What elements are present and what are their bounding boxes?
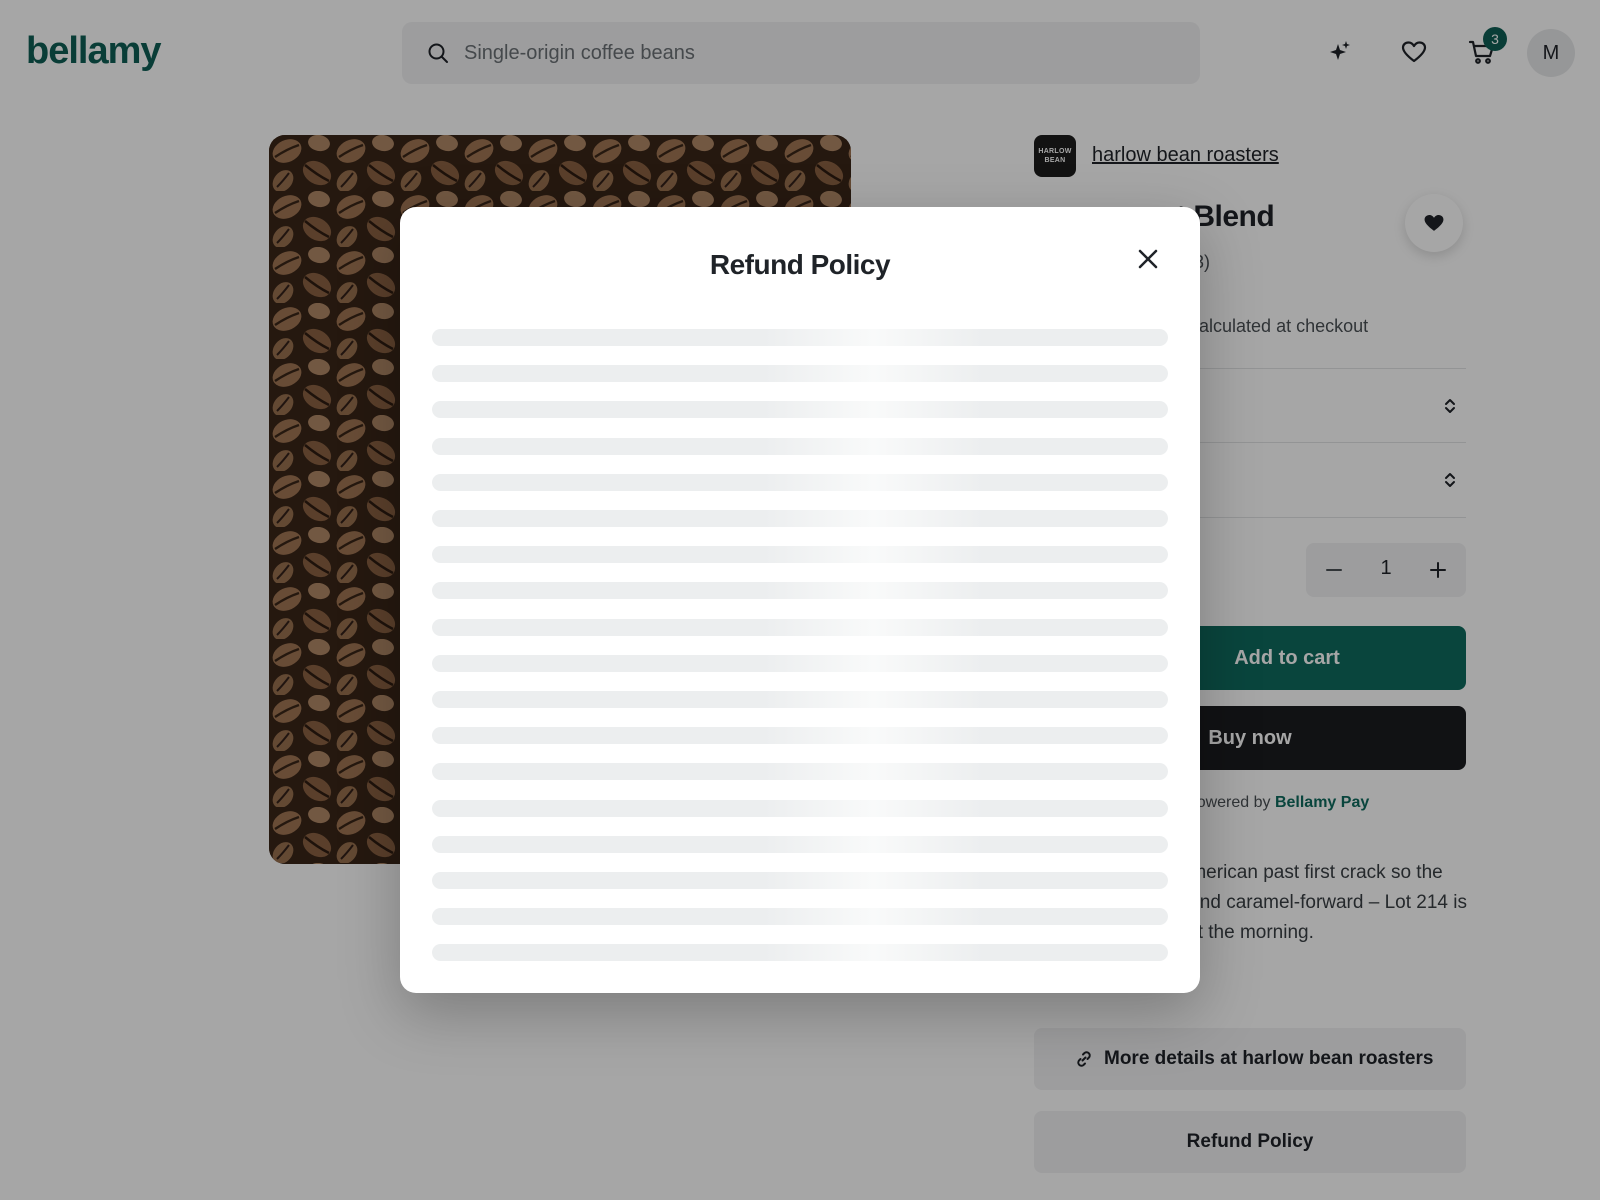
- skeleton-line: [432, 546, 1168, 564]
- skeleton-line: [432, 329, 1168, 346]
- skeleton-line: [432, 727, 1168, 745]
- skeleton-line: [432, 763, 1168, 781]
- skeleton-line: [432, 691, 1168, 708]
- skeleton-line: [432, 365, 1168, 383]
- skeleton-line: [432, 944, 1168, 962]
- skeleton-line: [432, 799, 1168, 817]
- skeleton-line: [432, 437, 1168, 455]
- refund-policy-modal: Refund Policy: [400, 207, 1200, 993]
- close-icon[interactable]: [1134, 245, 1162, 273]
- skeleton-line: [432, 473, 1168, 491]
- skeleton-line: [432, 872, 1168, 889]
- skeleton-line: [432, 401, 1168, 419]
- skeleton-line: [432, 582, 1168, 600]
- skeleton-line: [432, 654, 1168, 672]
- skeleton-line: [432, 908, 1168, 926]
- skeleton-line: [432, 618, 1168, 636]
- modal-title: Refund Policy: [709, 249, 891, 280]
- skeleton-line: [432, 835, 1168, 853]
- skeleton-line: [432, 510, 1168, 527]
